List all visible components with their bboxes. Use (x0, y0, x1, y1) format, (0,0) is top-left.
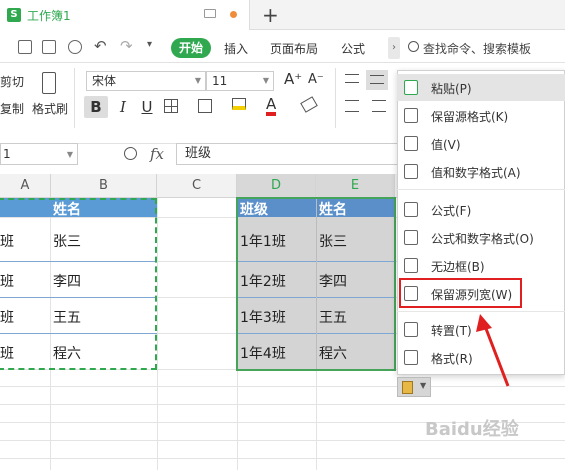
align-middle-icon (370, 75, 384, 84)
zoom-icon[interactable] (124, 147, 137, 160)
tab-formula[interactable]: 公式 (341, 40, 365, 57)
ribbon-divider (74, 68, 75, 128)
italic-button[interactable]: I (112, 96, 134, 118)
customize-dropdown-icon[interactable]: ▾ (147, 39, 152, 50)
menu-item-label: 格式(R) (431, 352, 473, 366)
undo-icon[interactable]: ↶ (94, 37, 107, 55)
paste-format-icon (404, 108, 418, 123)
menu-item-label: 公式和数字格式(O) (431, 232, 534, 246)
decrease-font-button[interactable]: A⁻ (308, 72, 324, 87)
paste-formula-number-icon (404, 230, 418, 245)
menu-item-paste[interactable]: 粘贴(P) (397, 74, 565, 101)
ribbon-divider (335, 68, 336, 128)
search-icon (408, 41, 419, 52)
fill-color-icon[interactable] (232, 98, 246, 110)
font-name-value: 宋体 (92, 74, 117, 88)
command-search[interactable]: 查找命令、搜索模板 (406, 37, 556, 59)
menu-item-values-number-format[interactable]: 值和数字格式(A) (397, 158, 565, 185)
align-top-icon[interactable] (345, 74, 359, 83)
paste-values-icon (404, 136, 418, 151)
copy-button[interactable]: 复制 (0, 100, 24, 117)
grid-line (157, 198, 158, 470)
selection-border (236, 197, 396, 371)
chevron-down-icon: ▼ (262, 76, 269, 85)
grid-line (0, 404, 565, 405)
align-center-icon[interactable] (372, 100, 386, 112)
menu-item-label: 转置(T) (431, 324, 472, 338)
unsaved-dot-icon (230, 11, 237, 18)
more-tabs-button[interactable]: › (388, 37, 400, 59)
menu-separator (397, 189, 565, 190)
cut-button[interactable]: 剪切 (0, 73, 24, 90)
font-name-select[interactable]: 宋体 ▼ (86, 71, 206, 91)
save-icon[interactable] (18, 40, 32, 54)
underline-button[interactable]: U (136, 96, 158, 118)
annotation-arrow-icon (476, 314, 510, 387)
border-icon[interactable] (164, 99, 178, 113)
increase-font-button[interactable]: A⁺ (284, 70, 302, 88)
column-header-b[interactable]: B (51, 174, 157, 198)
format-painter-icon[interactable] (42, 72, 56, 94)
menu-item-label: 值和数字格式(A) (431, 166, 521, 180)
search-placeholder: 查找命令、搜索模板 (423, 42, 532, 56)
formula-input[interactable]: 班级 (176, 143, 406, 165)
grid-line (0, 458, 565, 459)
paste-format-only-icon (404, 350, 418, 365)
font-color-icon[interactable]: A (266, 96, 277, 116)
clipboard-icon (404, 80, 418, 95)
copy-marquee (0, 198, 157, 370)
column-header-d[interactable]: D (237, 174, 316, 198)
chevron-down-icon: ▼ (420, 381, 427, 390)
name-box-value: 1 (3, 147, 11, 161)
print-icon[interactable] (42, 40, 56, 54)
paste-options-button[interactable]: ▼ (397, 377, 431, 397)
bold-button[interactable]: B (84, 96, 108, 118)
menu-item-label: 保留源格式(K) (431, 110, 509, 124)
transpose-icon (404, 322, 418, 337)
paste-formula-icon (404, 202, 418, 217)
name-box[interactable]: 1 ▼ (0, 143, 78, 165)
menu-item-values[interactable]: 值(V) (397, 130, 565, 157)
chevron-down-icon: ▼ (66, 150, 73, 159)
font-size-value: 11 (212, 74, 228, 88)
menu-item-label: 无边框(B) (431, 260, 485, 274)
highlight-annotation-box (399, 278, 522, 308)
new-tab-button[interactable]: + (262, 3, 279, 27)
menu-item-formula[interactable]: 公式(F) (397, 196, 565, 223)
watermark-logo: Baidu经验 (425, 419, 519, 440)
align-left-icon[interactable] (345, 100, 359, 112)
column-header-c[interactable]: C (157, 174, 237, 198)
menu-item-label: 粘贴(P) (431, 82, 472, 96)
preview-icon[interactable] (68, 40, 82, 54)
column-header-a[interactable]: A (0, 174, 51, 198)
menu-item-label: 值(V) (431, 138, 461, 152)
redo-icon[interactable]: ↷ (120, 37, 133, 55)
font-size-select[interactable]: 11 ▼ (206, 71, 274, 91)
paste-values-number-icon (404, 164, 418, 179)
function-icon[interactable]: fx (150, 145, 164, 163)
monitor-icon[interactable] (204, 9, 216, 18)
clipboard-icon (402, 381, 413, 394)
menu-item-keep-source-format[interactable]: 保留源格式(K) (397, 102, 565, 129)
tab-start[interactable]: 开始 (171, 38, 211, 58)
format-painter-label[interactable]: 格式刷 (32, 100, 68, 117)
menu-item-formula-number-format[interactable]: 公式和数字格式(O) (397, 224, 565, 251)
spreadsheet-icon: S (7, 8, 21, 22)
tab-page-layout[interactable]: 页面布局 (270, 40, 318, 57)
column-header-e[interactable]: E (316, 174, 395, 198)
tab-insert[interactable]: 插入 (224, 40, 248, 57)
menu-item-no-border[interactable]: 无边框(B) (397, 252, 565, 279)
menu-item-label: 公式(F) (431, 204, 472, 218)
paste-no-border-icon (404, 258, 418, 273)
document-title: 工作簿1 (27, 9, 71, 23)
merge-cells-icon[interactable] (198, 99, 212, 113)
chevron-down-icon: ▼ (194, 76, 201, 85)
